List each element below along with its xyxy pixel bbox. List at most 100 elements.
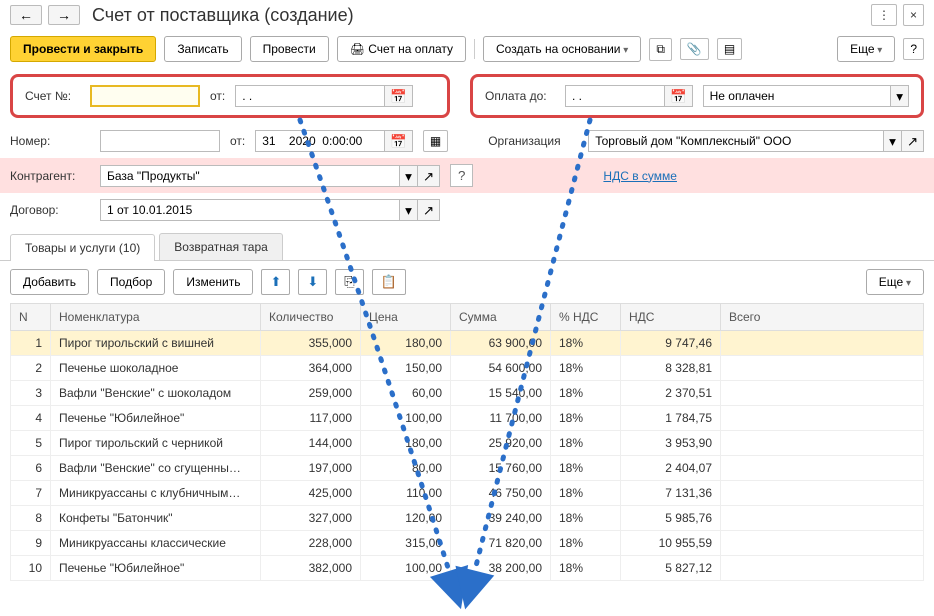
cell-total bbox=[721, 556, 924, 581]
col-nom[interactable]: Номенклатура bbox=[51, 304, 261, 331]
open-icon[interactable]: ↗ bbox=[418, 199, 440, 221]
org-input[interactable] bbox=[588, 130, 884, 152]
cell-sum: 38 200,00 bbox=[451, 556, 551, 581]
input-highlight-left: Счет №: от: 📅 bbox=[10, 74, 450, 118]
cell-n: 7 bbox=[11, 481, 51, 506]
nomer-label: Номер: bbox=[10, 134, 90, 148]
move-up-icon[interactable]: ⬆ bbox=[261, 269, 290, 295]
table-more-button[interactable]: Еще bbox=[866, 269, 924, 295]
table-row[interactable]: 5 Пирог тирольский с черникой 144,000 18… bbox=[11, 431, 924, 456]
print-button[interactable]: 🖨 Счет на оплату bbox=[337, 36, 466, 62]
cell-qty: 364,000 bbox=[261, 356, 361, 381]
calendar-icon[interactable]: 📅 bbox=[385, 130, 413, 152]
more-button[interactable]: Еще bbox=[837, 36, 895, 62]
cell-qty: 144,000 bbox=[261, 431, 361, 456]
table-row[interactable]: 3 Вафли "Венские" с шоколадом 259,000 60… bbox=[11, 381, 924, 406]
structure-icon[interactable]: ⧉ bbox=[649, 38, 672, 61]
dogovor-input[interactable] bbox=[100, 199, 400, 221]
cell-total bbox=[721, 381, 924, 406]
status-select[interactable] bbox=[703, 85, 892, 107]
copy-icon[interactable]: ⎘ bbox=[335, 269, 363, 295]
cell-qty: 117,000 bbox=[261, 406, 361, 431]
extra-icon[interactable]: ▦ bbox=[423, 130, 448, 152]
edit-button[interactable]: Изменить bbox=[173, 269, 253, 295]
cell-sum: 39 240,00 bbox=[451, 506, 551, 531]
cell-total bbox=[721, 531, 924, 556]
post-button[interactable]: Провести bbox=[250, 36, 329, 62]
add-button[interactable]: Добавить bbox=[10, 269, 89, 295]
cell-qty: 228,000 bbox=[261, 531, 361, 556]
dropdown-icon[interactable]: ▾ bbox=[891, 85, 909, 107]
cell-total bbox=[721, 356, 924, 381]
save-button[interactable]: Записать bbox=[164, 36, 241, 62]
cell-n: 8 bbox=[11, 506, 51, 531]
cell-vat: 9 747,46 bbox=[621, 331, 721, 356]
table-row[interactable]: 8 Конфеты "Батончик" 327,000 120,00 39 2… bbox=[11, 506, 924, 531]
col-total[interactable]: Всего bbox=[721, 304, 924, 331]
dropdown-icon[interactable]: ▾ bbox=[884, 130, 902, 152]
col-qty[interactable]: Количество bbox=[261, 304, 361, 331]
pick-button[interactable]: Подбор bbox=[97, 269, 165, 295]
cell-vatpct: 18% bbox=[551, 481, 621, 506]
table-row[interactable]: 4 Печенье "Юбилейное" 117,000 100,00 11 … bbox=[11, 406, 924, 431]
cell-sum: 54 600,00 bbox=[451, 356, 551, 381]
nds-link[interactable]: НДС в сумме bbox=[603, 169, 677, 183]
report-icon[interactable]: ▤ bbox=[717, 38, 742, 60]
cell-total bbox=[721, 506, 924, 531]
nomer-input[interactable] bbox=[100, 130, 220, 152]
kontragent-input[interactable] bbox=[100, 165, 400, 187]
attach-icon[interactable]: 📎 bbox=[680, 38, 709, 60]
close-icon[interactable]: × bbox=[903, 4, 924, 26]
cell-qty: 382,000 bbox=[261, 556, 361, 581]
help-icon[interactable]: ? bbox=[903, 38, 924, 60]
cell-n: 5 bbox=[11, 431, 51, 456]
table-row[interactable]: 6 Вафли "Венские" со сгущенны… 197,000 8… bbox=[11, 456, 924, 481]
tab-tara[interactable]: Возвратная тара bbox=[159, 233, 283, 260]
table-row[interactable]: 2 Печенье шоколадное 364,000 150,00 54 6… bbox=[11, 356, 924, 381]
cell-nom: Печенье шоколадное bbox=[51, 356, 261, 381]
table-row[interactable]: 10 Печенье "Юбилейное" 382,000 100,00 38… bbox=[11, 556, 924, 581]
cell-vatpct: 18% bbox=[551, 506, 621, 531]
dropdown-icon[interactable]: ▾ bbox=[400, 199, 418, 221]
tab-goods[interactable]: Товары и услуги (10) bbox=[10, 234, 155, 261]
cell-sum: 71 820,00 bbox=[451, 531, 551, 556]
calendar-icon[interactable]: 📅 bbox=[665, 85, 693, 107]
cell-price: 100,00 bbox=[361, 406, 451, 431]
separator bbox=[474, 39, 475, 59]
post-close-button[interactable]: Провести и закрыть bbox=[10, 36, 156, 62]
paste-icon[interactable]: 📋 bbox=[372, 269, 406, 295]
move-down-icon[interactable]: ⬇ bbox=[298, 269, 327, 295]
open-icon[interactable]: ↗ bbox=[902, 130, 924, 152]
cell-nom: Печенье "Юбилейное" bbox=[51, 406, 261, 431]
table-row[interactable]: 1 Пирог тирольский с вишней 355,000 180,… bbox=[11, 331, 924, 356]
schet-no-input[interactable] bbox=[90, 85, 200, 107]
col-vatpct[interactable]: % НДС bbox=[551, 304, 621, 331]
table-row[interactable]: 9 Миникруассаны классические 228,000 315… bbox=[11, 531, 924, 556]
create-based-button[interactable]: Создать на основании bbox=[483, 36, 641, 62]
nav-fwd-button[interactable]: → bbox=[48, 5, 80, 25]
cell-price: 315,00 bbox=[361, 531, 451, 556]
oplata-do-label: Оплата до: bbox=[485, 89, 555, 103]
cell-n: 6 bbox=[11, 456, 51, 481]
cell-total bbox=[721, 431, 924, 456]
schet-date-input[interactable] bbox=[235, 85, 385, 107]
nomer-date-input[interactable] bbox=[255, 130, 385, 152]
help-kontragent-icon[interactable]: ? bbox=[450, 164, 473, 187]
col-n[interactable]: N bbox=[11, 304, 51, 331]
cell-vat: 8 328,81 bbox=[621, 356, 721, 381]
col-price[interactable]: Цена bbox=[361, 304, 451, 331]
oplata-do-input[interactable] bbox=[565, 85, 665, 107]
nav-back-button[interactable]: ← bbox=[10, 5, 42, 25]
cell-sum: 63 900,00 bbox=[451, 331, 551, 356]
cell-sum: 15 540,00 bbox=[451, 381, 551, 406]
calendar-icon[interactable]: 📅 bbox=[385, 85, 413, 107]
cell-qty: 425,000 bbox=[261, 481, 361, 506]
col-sum[interactable]: Сумма bbox=[451, 304, 551, 331]
cell-vatpct: 18% bbox=[551, 531, 621, 556]
col-vat[interactable]: НДС bbox=[621, 304, 721, 331]
open-icon[interactable]: ↗ bbox=[418, 165, 440, 187]
menu-icon[interactable]: ⋮ bbox=[871, 4, 897, 26]
table-row[interactable]: 7 Миникруассаны с клубничным… 425,000 11… bbox=[11, 481, 924, 506]
dropdown-icon[interactable]: ▾ bbox=[400, 165, 418, 187]
kontragent-label: Контрагент: bbox=[10, 169, 90, 183]
